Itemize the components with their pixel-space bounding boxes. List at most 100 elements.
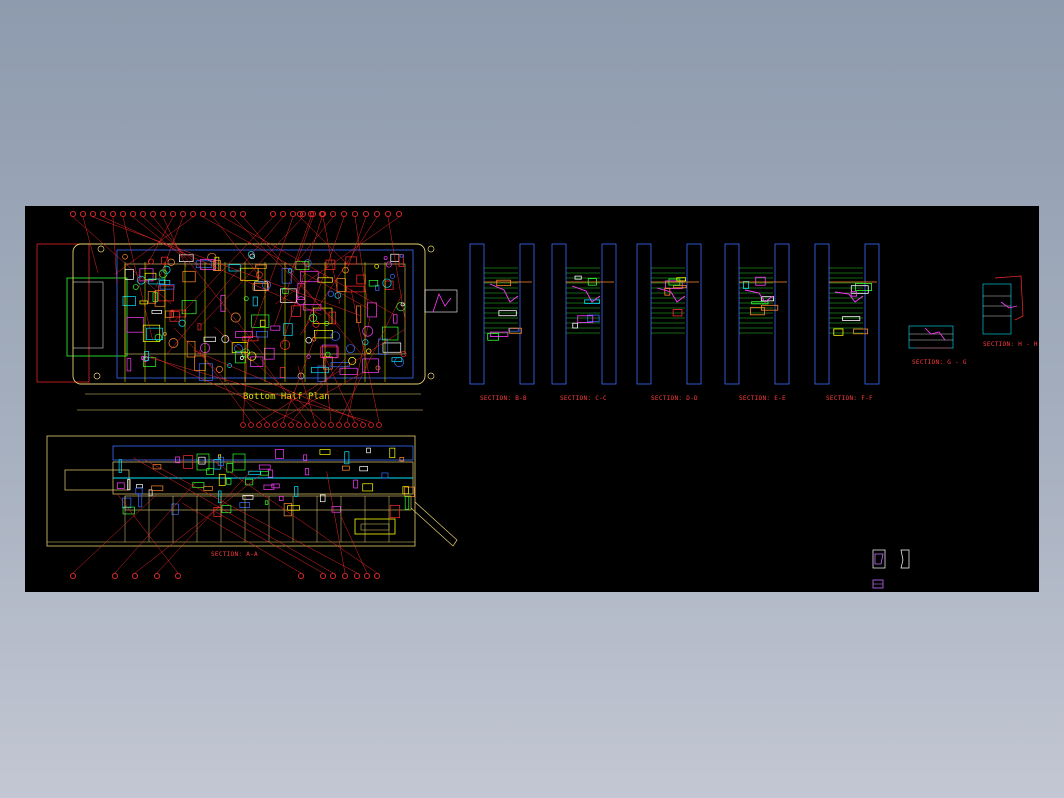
section-component xyxy=(672,309,683,317)
section-component xyxy=(353,479,359,489)
section-component xyxy=(402,486,409,495)
section-component xyxy=(218,473,226,486)
callout-leader xyxy=(232,216,341,327)
callout-bubble xyxy=(320,422,326,428)
drawing-canvas[interactable]: Bottom Half Plan SECTION: A-A SECTION: B… xyxy=(25,206,1039,592)
section-plate xyxy=(774,243,790,385)
section-component xyxy=(755,276,766,286)
callout-leader xyxy=(82,216,99,273)
section-component xyxy=(850,285,869,294)
callout-bubble xyxy=(329,572,336,579)
callout-leader xyxy=(222,216,395,316)
callout-bubble xyxy=(264,422,270,428)
legend-symbols xyxy=(872,549,910,589)
section-a-a-view: SECTION: A-A xyxy=(46,435,458,579)
callout-bubble xyxy=(360,422,366,428)
plan-hole xyxy=(325,351,331,358)
plan-component xyxy=(270,325,281,331)
plan-hole xyxy=(239,356,244,360)
callout-leader xyxy=(303,216,345,333)
callout-bubble xyxy=(280,422,286,428)
callout-bubble xyxy=(329,211,336,217)
callout-bubble xyxy=(159,211,166,217)
callout-leader xyxy=(114,216,194,275)
section-component xyxy=(225,478,232,485)
section-component xyxy=(304,468,310,476)
section-profile xyxy=(656,287,686,303)
plan-component xyxy=(181,300,197,315)
plan-component xyxy=(126,358,132,372)
callout-bubble xyxy=(340,211,347,217)
callout-bubble xyxy=(368,422,374,428)
callout-leader xyxy=(354,216,369,307)
plan-component xyxy=(197,323,202,331)
plan-component xyxy=(264,347,275,360)
callout-bubble xyxy=(150,211,157,217)
plan-component xyxy=(151,310,162,314)
callout-leader xyxy=(72,494,158,574)
plan-component xyxy=(281,268,292,284)
callout-bubble xyxy=(219,211,226,217)
section-plate xyxy=(469,243,485,385)
callout-leader xyxy=(173,327,268,423)
section-component xyxy=(404,495,410,510)
callout-bubble xyxy=(288,422,294,428)
callout-bubble xyxy=(344,422,350,428)
section-component xyxy=(136,484,143,489)
plan-component xyxy=(259,319,266,327)
callout-bubble xyxy=(296,211,303,217)
section-plate xyxy=(724,243,740,385)
section-component xyxy=(271,483,280,489)
callout-bubble xyxy=(110,211,117,217)
section-plate xyxy=(551,243,567,385)
callout-bubble xyxy=(319,572,326,579)
section-plate xyxy=(636,243,652,385)
callout-bubble xyxy=(352,422,358,428)
callout-bubble xyxy=(353,572,360,579)
callout-leader xyxy=(282,216,323,345)
callout-bubble xyxy=(289,211,296,217)
section-b-b-label: SECTION: B-B xyxy=(480,395,527,402)
section-component xyxy=(203,485,213,491)
callout-bubble xyxy=(336,422,342,428)
plan-component xyxy=(256,331,269,338)
callout-leader xyxy=(282,329,319,423)
section-d-d-label: SECTION: D-D xyxy=(651,395,698,402)
plan-hole xyxy=(230,312,241,323)
callout-leader xyxy=(242,337,249,423)
callout-bubble xyxy=(240,422,246,428)
callout-bubble xyxy=(304,422,310,428)
plan-hole xyxy=(132,284,139,290)
callout-leader xyxy=(290,216,312,275)
section-component xyxy=(279,496,284,501)
callout-bubble xyxy=(351,211,358,217)
callout-bubble xyxy=(153,572,160,579)
callout-bubble xyxy=(112,572,119,579)
section-component xyxy=(267,469,274,478)
section-component xyxy=(574,275,582,280)
callout-bubble xyxy=(90,211,97,217)
callout-leader xyxy=(182,502,302,574)
section-component xyxy=(842,316,861,321)
callout-bubble xyxy=(376,422,382,428)
callout-bubble xyxy=(341,572,348,579)
plan-component xyxy=(367,302,377,318)
callout-leader xyxy=(326,471,346,574)
plan-hole xyxy=(167,258,175,266)
section-component xyxy=(319,449,331,455)
plan-component xyxy=(159,284,175,290)
section-component xyxy=(743,281,749,289)
plan-hole xyxy=(305,337,312,344)
plan-hole xyxy=(154,333,163,342)
section-plate xyxy=(814,243,830,385)
callout-bubble xyxy=(209,211,216,217)
cad-drawing: Bottom Half Plan SECTION: A-A SECTION: B… xyxy=(36,211,1038,589)
plan-hole xyxy=(375,365,381,371)
section-component xyxy=(118,459,122,473)
section-component xyxy=(389,505,400,518)
callout-bubble xyxy=(70,211,77,217)
plan-component xyxy=(158,285,175,302)
plan-hole xyxy=(243,296,249,302)
callout-bubble xyxy=(312,422,318,428)
callout-leader xyxy=(323,355,332,423)
